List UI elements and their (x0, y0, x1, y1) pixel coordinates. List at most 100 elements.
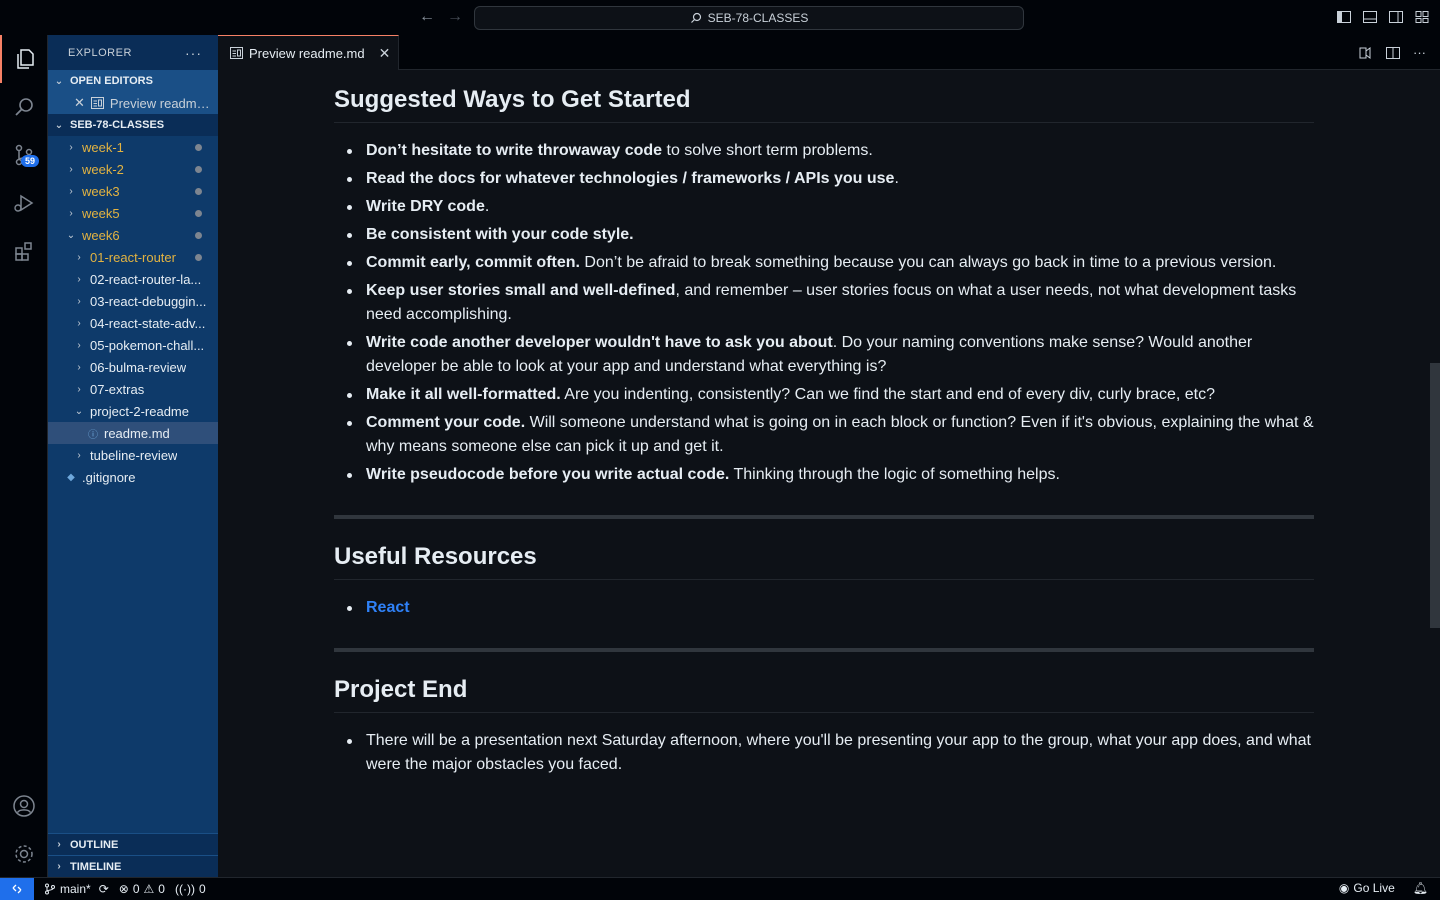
tree-item[interactable]: › week-1 (48, 136, 218, 158)
suggested-list: Don’t hesitate to write throwaway code t… (334, 139, 1314, 487)
open-source-icon[interactable] (1357, 45, 1373, 61)
tree-item-label: 02-react-router-la... (90, 271, 202, 287)
modified-dot (195, 144, 202, 151)
sync-icon[interactable]: ⟳ (99, 882, 109, 896)
chevron-right-icon: › (57, 861, 61, 872)
close-icon[interactable]: ✕ (74, 95, 85, 111)
list-item: Make it all well-formatted. Are you inde… (347, 383, 1314, 407)
timeline-header[interactable]: › TIMELINE (48, 855, 218, 877)
go-live-label: Go Live (1353, 881, 1395, 895)
explorer-sidebar: EXPLORER ··· ⌄ OPEN EDITORS ✕ Preview re… (48, 35, 218, 877)
open-editor-label: Preview readme.md (109, 95, 210, 111)
list-item: Read the docs for whatever technologies … (347, 167, 1314, 191)
tree-item[interactable]: › 06-bulma-review (48, 356, 218, 378)
chevron-right-icon: › (77, 273, 81, 285)
chevron-right-icon: › (77, 317, 81, 329)
tree-item-label: week3 (82, 183, 120, 199)
list-item: Be consistent with your code style. (347, 223, 1314, 247)
list-item-bold: Keep user stories small and well-defined (366, 282, 676, 299)
tree-item[interactable]: › 05-pokemon-chall... (48, 334, 218, 356)
accounts-activity[interactable] (0, 782, 48, 830)
nav-arrows: ← → (418, 8, 464, 26)
list-item-bold: Comment your code. (366, 414, 526, 431)
tree-item[interactable]: › week5 (48, 202, 218, 224)
file-icon: ◆ (67, 471, 75, 483)
list-item: Keep user stories small and well-defined… (347, 279, 1314, 327)
command-center-search[interactable]: SEB-78-CLASSES (474, 6, 1024, 30)
activity-bar: 59 (0, 35, 48, 877)
problems-status[interactable]: ⊗ 0 ⚠ 0 (119, 882, 165, 896)
chevron-down-icon: ⌄ (54, 119, 64, 131)
editor-scrollbar[interactable] (1430, 70, 1440, 877)
tab-preview-readme[interactable]: Preview readme.md ✕ (218, 35, 399, 70)
manage-activity[interactable] (0, 830, 48, 878)
split-editor-icon[interactable] (1385, 45, 1401, 61)
tree-item-label: 05-pokemon-chall... (90, 337, 205, 353)
timeline-label: TIMELINE (70, 860, 122, 873)
list-item: React (347, 596, 1314, 620)
close-icon[interactable]: ✕ (379, 45, 391, 62)
tree-item[interactable]: › 02-react-router-la... (48, 268, 218, 290)
markdown-content: Suggested Ways to Get Started Don’t hesi… (334, 86, 1314, 781)
search-activity[interactable] (0, 83, 48, 131)
customize-layout-icon[interactable] (1414, 9, 1430, 25)
toggle-panel-icon[interactable] (1362, 9, 1378, 25)
list-item-text: to solve short term problems. (662, 142, 873, 159)
toggle-primary-sidebar-icon[interactable] (1336, 9, 1352, 25)
tree-item[interactable]: › 07-extras (48, 378, 218, 400)
tree-item[interactable]: ⌄ project-2-readme (48, 400, 218, 422)
preview-icon (90, 97, 104, 109)
ports-status[interactable]: ((·)) 0 (175, 882, 206, 896)
tree-item-label: week5 (82, 205, 120, 221)
tree-item-label: week6 (82, 227, 120, 243)
tree-item[interactable]: › 03-react-debuggin... (48, 290, 218, 312)
branch-name: main* (60, 882, 91, 896)
open-editors-header[interactable]: ⌄ OPEN EDITORS (48, 70, 218, 92)
tree-item[interactable]: › week3 (48, 180, 218, 202)
scrollbar-thumb[interactable] (1430, 363, 1440, 628)
ports-count: 0 (198, 882, 206, 896)
list-item-bold: Write pseudocode before you write actual… (366, 466, 730, 483)
run-debug-activity[interactable] (0, 179, 48, 227)
open-editor-item[interactable]: ✕ Preview readme.md (48, 92, 218, 114)
account-icon (13, 795, 35, 817)
bell-icon[interactable]: 🔔︎ (1413, 881, 1428, 895)
outline-header[interactable]: › OUTLINE (48, 833, 218, 855)
list-item: Write code another developer wouldn't ha… (347, 331, 1314, 379)
more-actions-icon[interactable]: ··· (185, 45, 202, 61)
chevron-right-icon: › (77, 449, 81, 461)
branch-status[interactable]: main* ⟳ (44, 882, 109, 896)
explorer-activity[interactable] (0, 35, 48, 83)
tree-item[interactable]: › tubeline-review (48, 444, 218, 466)
chevron-right-icon: › (77, 339, 81, 351)
list-item: There will be a presentation next Saturd… (347, 729, 1314, 777)
toggle-secondary-sidebar-icon[interactable] (1388, 9, 1404, 25)
tree-item[interactable]: ⌄ week6 (48, 224, 218, 246)
heading-project-end: Project End (334, 676, 1314, 713)
chevron-right-icon: › (69, 185, 73, 197)
tree-item-label: week-1 (82, 139, 124, 155)
tree-item[interactable]: › 04-react-state-adv... (48, 312, 218, 334)
react-link[interactable]: React (366, 599, 410, 616)
forward-arrow-icon[interactable]: → (446, 8, 464, 26)
tree-item-label: project-2-readme (90, 403, 189, 419)
go-live-button[interactable]: ◉ Go Live (1339, 881, 1395, 895)
tree-item[interactable]: ⓘ readme.md (48, 422, 218, 444)
explorer-header: EXPLORER ··· (48, 35, 218, 70)
tree-item[interactable]: › 01-react-router (48, 246, 218, 268)
list-item-bold: Be consistent with your code style. (366, 226, 634, 243)
more-actions-icon[interactable]: ··· (1413, 45, 1426, 61)
list-item-text: . (894, 170, 899, 187)
heading-useful-resources: Useful Resources (334, 543, 1314, 580)
tree-item[interactable]: › week-2 (48, 158, 218, 180)
remote-icon (12, 884, 22, 894)
workspace-header[interactable]: ⌄ SEB-78-CLASSES (48, 114, 218, 136)
tree-item[interactable]: ◆ .gitignore (48, 466, 218, 488)
remote-indicator[interactable] (0, 877, 34, 900)
modified-dot (195, 166, 202, 173)
chevron-right-icon: › (77, 383, 81, 395)
extensions-activity[interactable] (0, 227, 48, 275)
list-item: Commit early, commit often. Don’t be afr… (347, 251, 1314, 275)
broadcast-icon: ((·)) (174, 882, 195, 896)
back-arrow-icon[interactable]: ← (418, 8, 436, 26)
